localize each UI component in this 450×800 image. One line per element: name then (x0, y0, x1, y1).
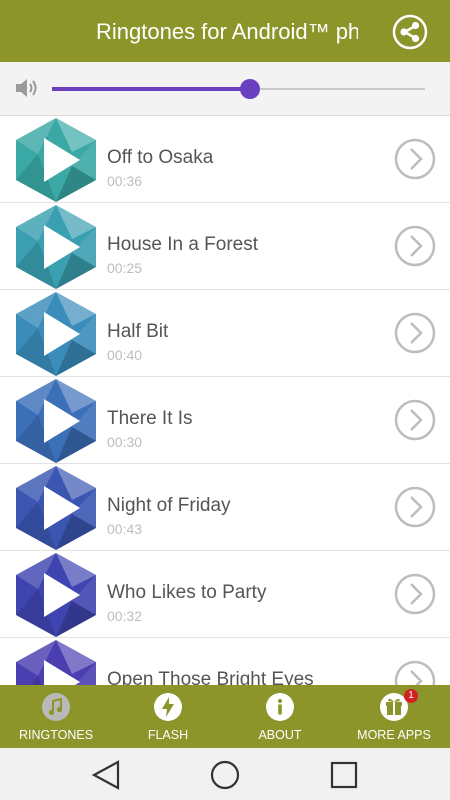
app-bar: Ringtones for Android™ phones (0, 0, 450, 62)
back-icon[interactable] (89, 758, 123, 792)
ringtone-duration: 00:30 (107, 434, 143, 450)
notification-badge: 1 (404, 689, 418, 703)
nav-label: RINGTONES (18, 728, 94, 742)
play-icon[interactable] (12, 116, 100, 203)
bottom-nav: RINGTONES FLASH ABOUT 1 MORE APPS (0, 685, 450, 748)
nav-more-apps[interactable]: 1 MORE APPS (338, 685, 450, 748)
ringtone-row[interactable]: There It Is 00:30 (0, 377, 450, 464)
play-icon[interactable] (12, 290, 100, 377)
slider-fill (52, 87, 250, 91)
chevron-right-icon[interactable] (394, 138, 436, 180)
volume-slider[interactable] (52, 78, 425, 100)
ringtone-duration: 00:43 (107, 521, 143, 537)
share-button[interactable] (391, 13, 429, 51)
speaker-icon[interactable] (12, 74, 40, 102)
nav-label: FLASH (147, 728, 189, 742)
ringtone-row[interactable]: Night of Friday 00:43 (0, 464, 450, 551)
play-icon[interactable] (12, 551, 100, 638)
share-icon (392, 14, 428, 50)
ringtone-row[interactable]: Half Bit 00:40 (0, 290, 450, 377)
chevron-right-icon[interactable] (394, 399, 436, 441)
play-icon[interactable] (12, 377, 100, 464)
chevron-right-icon[interactable] (394, 486, 436, 528)
nav-label: MORE APPS (357, 728, 431, 742)
ringtone-duration: 00:36 (107, 173, 143, 189)
chevron-right-icon[interactable] (394, 312, 436, 354)
recents-icon[interactable] (327, 758, 361, 792)
ringtone-row[interactable]: Off to Osaka 00:36 (0, 116, 450, 203)
ringtone-title: Half Bit (107, 321, 169, 342)
nav-label: ABOUT (258, 728, 302, 742)
ringtone-title: House In a Forest (107, 234, 259, 255)
nav-ringtones[interactable]: RINGTONES (0, 685, 112, 748)
ringtone-title: There It Is (107, 408, 193, 429)
ringtone-row[interactable]: Open Those Bright Eyes (0, 638, 450, 685)
chevron-right-icon[interactable] (394, 573, 436, 615)
ringtone-title: Who Likes to Party (107, 582, 267, 603)
volume-bar (0, 62, 450, 116)
system-nav-bar (0, 748, 450, 800)
home-icon[interactable] (208, 758, 242, 792)
ringtone-list: Off to Osaka 00:36 House In a Forest 00:… (0, 116, 450, 685)
nav-about[interactable]: ABOUT (224, 685, 336, 748)
ringtone-duration: 00:40 (107, 347, 143, 363)
ringtone-title: Off to Osaka (107, 147, 214, 168)
slider-thumb[interactable] (239, 79, 260, 99)
app-title: Ringtones for Android™ phones (96, 19, 358, 44)
info-icon (266, 693, 294, 721)
flash-icon (154, 693, 182, 721)
ringtone-title: Open Those Bright Eyes (107, 669, 314, 685)
ringtone-duration: 00:32 (107, 608, 143, 624)
play-icon[interactable] (12, 464, 100, 551)
ringtone-row[interactable]: House In a Forest 00:25 (0, 203, 450, 290)
ringtone-row[interactable]: Who Likes to Party 00:32 (0, 551, 450, 638)
play-icon[interactable] (12, 638, 100, 685)
ringtone-title: Night of Friday (107, 495, 231, 516)
music-note-icon (42, 693, 70, 721)
ringtone-duration: 00:25 (107, 260, 143, 276)
play-icon[interactable] (12, 203, 100, 290)
chevron-right-icon[interactable] (394, 660, 436, 685)
nav-flash[interactable]: FLASH (112, 685, 224, 748)
chevron-right-icon[interactable] (394, 225, 436, 267)
